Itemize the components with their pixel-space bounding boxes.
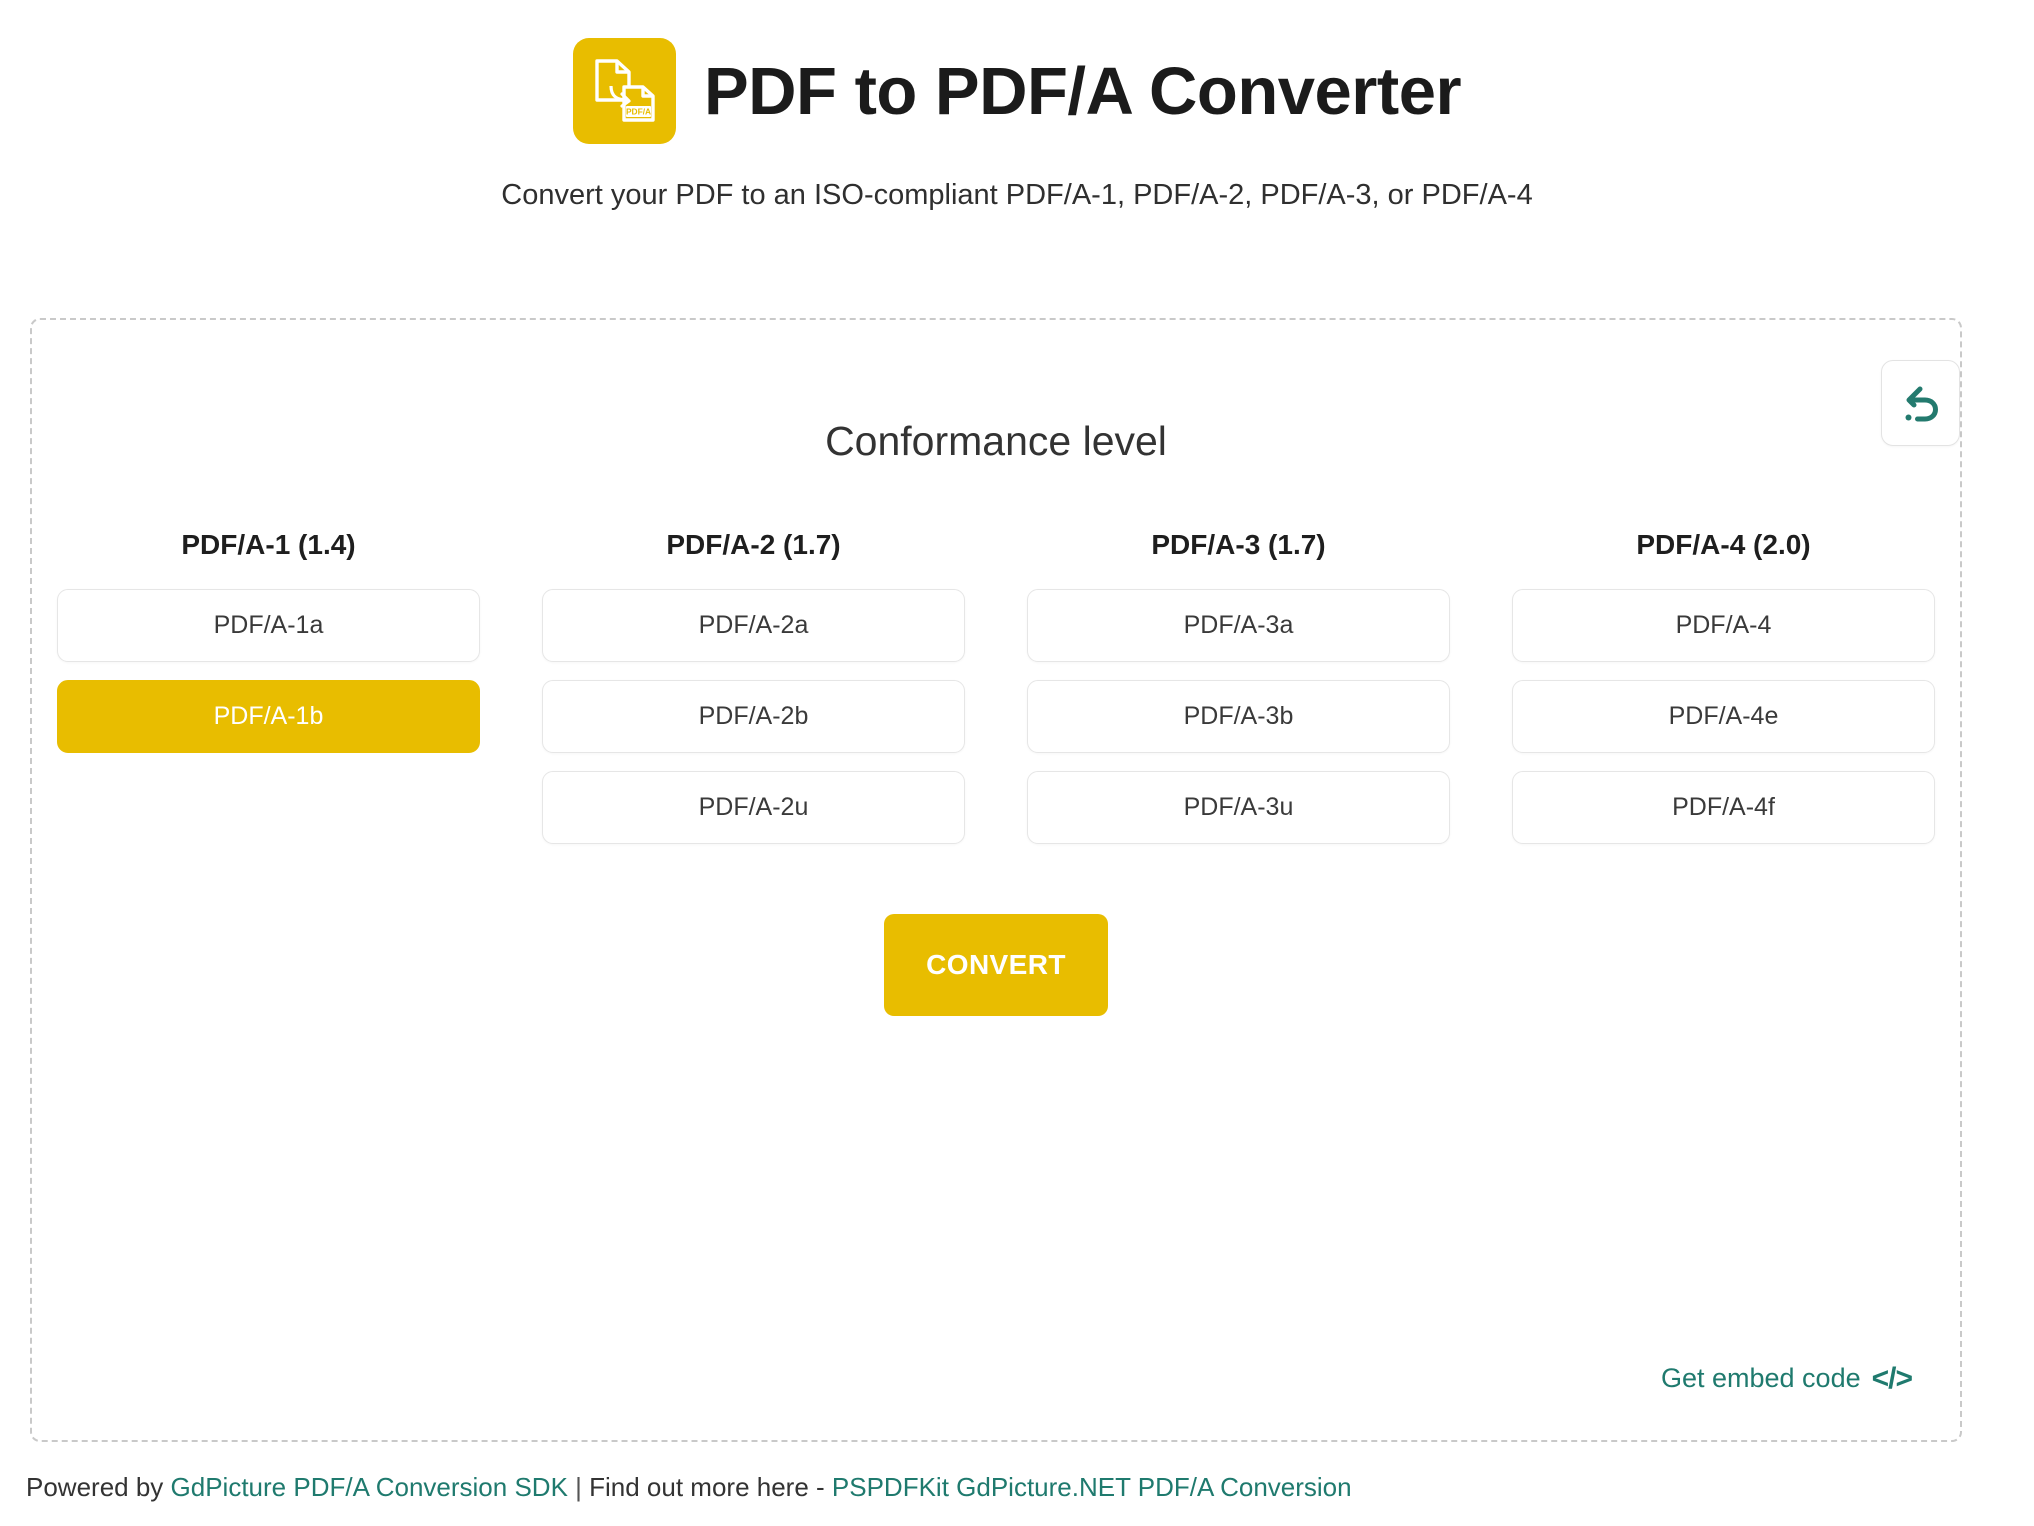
conformance-column-4: PDF/A-4 (2.0) PDF/A-4 PDF/A-4e PDF/A-4f <box>1512 529 1935 862</box>
footer-pspdfkit-link[interactable]: PSPDFKit GdPicture.NET PDF/A Conversion <box>832 1472 1352 1502</box>
option-pdfa-1a[interactable]: PDF/A-1a <box>57 588 480 662</box>
option-pdfa-3u[interactable]: PDF/A-3u <box>1027 770 1450 844</box>
footer-powered-by-prefix: Powered by <box>26 1472 171 1502</box>
column-header: PDF/A-4 (2.0) <box>1636 529 1811 561</box>
convert-button-row: CONVERT <box>32 913 1960 1016</box>
option-pdfa-4e[interactable]: PDF/A-4e <box>1512 679 1935 753</box>
page-subtitle: Convert your PDF to an ISO-compliant PDF… <box>501 179 1533 211</box>
column-header: PDF/A-1 (1.4) <box>181 529 356 561</box>
conformance-column-2: PDF/A-2 (1.7) PDF/A-2a PDF/A-2b PDF/A-2u <box>542 529 965 862</box>
option-pdfa-3a[interactable]: PDF/A-3a <box>1027 588 1450 662</box>
footer-find-out-text: Find out more here - <box>589 1472 832 1502</box>
option-pdfa-2b[interactable]: PDF/A-2b <box>542 679 965 753</box>
conformance-columns: PDF/A-1 (1.4) PDF/A-1a PDF/A-1b PDF/A-2 … <box>32 529 1960 862</box>
column-header: PDF/A-2 (1.7) <box>666 529 841 561</box>
get-embed-code-link[interactable]: Get embed code </> <box>1660 1361 1913 1395</box>
option-pdfa-1b[interactable]: PDF/A-1b <box>57 679 480 753</box>
converter-panel: Conformance level PDF/A-1 (1.4) PDF/A-1a… <box>30 318 1962 1442</box>
section-title: Conformance level <box>825 418 1167 464</box>
option-pdfa-2u[interactable]: PDF/A-2u <box>542 770 965 844</box>
option-pdfa-2a[interactable]: PDF/A-2a <box>542 588 965 662</box>
option-pdfa-4f[interactable]: PDF/A-4f <box>1512 770 1935 844</box>
reset-button[interactable] <box>1881 360 1960 446</box>
footer-separator: | <box>567 1472 590 1502</box>
footer: Powered by GdPicture PDF/A Conversion SD… <box>26 1472 1352 1503</box>
logo-badge-text: PDF/A <box>626 107 651 117</box>
code-brackets-icon: </> <box>1871 1361 1913 1395</box>
title-row: PDF/A PDF to PDF/A Converter <box>0 38 2034 144</box>
option-pdfa-4[interactable]: PDF/A-4 <box>1512 588 1935 662</box>
undo-arrow-icon <box>1898 379 1944 428</box>
convert-button[interactable]: CONVERT <box>884 913 1108 1016</box>
option-pdfa-3b[interactable]: PDF/A-3b <box>1027 679 1450 753</box>
get-embed-code-label: Get embed code <box>1660 1363 1861 1393</box>
column-header: PDF/A-3 (1.7) <box>1151 529 1326 561</box>
pdfa-document-convert-icon: PDF/A <box>572 38 676 144</box>
conformance-column-3: PDF/A-3 (1.7) PDF/A-3a PDF/A-3b PDF/A-3u <box>1027 529 1450 862</box>
page-header: PDF/A PDF to PDF/A Converter Convert you… <box>0 0 2034 213</box>
page-title: PDF to PDF/A Converter <box>703 53 1462 129</box>
footer-sdk-link[interactable]: GdPicture PDF/A Conversion SDK <box>171 1472 568 1502</box>
conformance-column-1: PDF/A-1 (1.4) PDF/A-1a PDF/A-1b <box>57 529 480 862</box>
